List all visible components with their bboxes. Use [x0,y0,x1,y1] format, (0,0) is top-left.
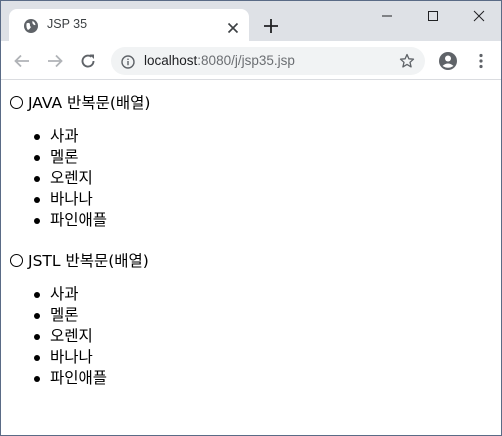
fruit-list-java: 사과 멜론 오렌지 바나나 파인애플 [32,126,107,231]
section-title: JSTL 반복문(배열) [28,252,149,270]
minimize-icon [382,15,392,17]
address-bar[interactable]: localhost:8080/j/jsp35.jsp [111,47,425,75]
list-item: 사과 [32,126,107,147]
close-icon[interactable] [227,19,239,34]
list-item: 오렌지 [32,168,107,189]
circle-bullet-icon [10,96,23,109]
star-icon[interactable] [399,53,415,69]
window-close-icon [473,10,485,22]
list-item: 바나나 [32,347,107,368]
browser-window: JSP 35 localhost:8080/j/jsp35.jsp JAVA 반… [0,0,502,436]
tab-title: JSP 35 [47,17,88,31]
info-icon[interactable] [121,54,135,69]
list-item: 멜론 [32,305,107,326]
fruit-list-jstl: 사과 멜론 오렌지 바나나 파인애플 [32,284,107,389]
list-item: 멜론 [32,147,107,168]
account-icon[interactable] [438,51,458,71]
arrow-left-icon[interactable] [13,52,31,70]
url-text[interactable]: localhost:8080/j/jsp35.jsp [144,53,295,68]
browser-toolbar: localhost:8080/j/jsp35.jsp [1,41,501,80]
tab-strip: JSP 35 [1,1,501,41]
list-item: 바나나 [32,189,107,210]
list-item: 파인애플 [32,368,107,389]
circle-bullet-icon [10,254,23,267]
page-content: JAVA 반복문(배열) 사과 멜론 오렌지 바나나 파인애플 JSTL 반복문… [1,80,501,435]
section-title: JAVA 반복문(배열) [28,94,151,112]
kebab-menu-icon[interactable] [474,53,488,69]
list-item: 오렌지 [32,326,107,347]
url-path: :8080/j/jsp35.jsp [197,53,295,68]
globe-icon [23,18,39,34]
section-heading-java: JAVA 반복문(배열) [10,91,150,113]
tab-jsp35[interactable]: JSP 35 [9,9,249,41]
section-heading-jstl: JSTL 반복문(배열) [10,249,149,271]
minimize-button[interactable] [363,1,409,31]
maximize-icon [428,11,438,21]
maximize-button[interactable] [409,1,455,31]
url-host: localhost [144,53,198,68]
window-close-button[interactable] [455,1,501,31]
arrow-right-icon[interactable] [46,52,64,70]
list-item: 파인애플 [32,210,107,231]
list-item: 사과 [32,284,107,305]
reload-icon[interactable] [79,52,97,70]
plus-icon[interactable] [263,18,279,34]
